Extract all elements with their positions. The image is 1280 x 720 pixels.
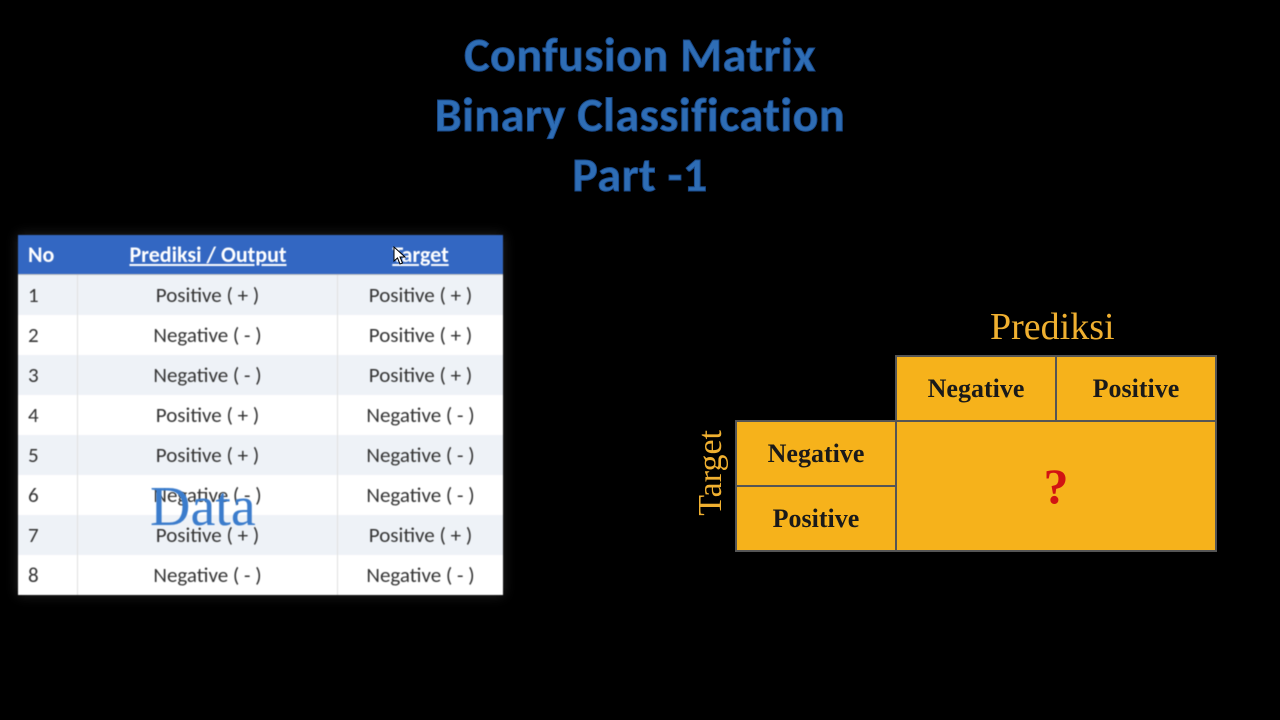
cell-target: Positive ( + ) [338,355,503,395]
cell-no: 8 [18,555,78,595]
cell-target: Positive ( + ) [338,315,503,355]
cell-prediksi: Positive ( + ) [78,275,338,315]
confusion-matrix-grid: Negative Positive Negative ? Positive [735,355,1217,552]
table-row: 3Negative ( - )Positive ( + ) [18,355,503,395]
mouse-cursor-icon [393,246,407,266]
cm-question-mark: ? [896,421,1216,551]
cell-no: 6 [18,475,78,515]
title-line-3: Part -1 [0,145,1280,205]
cell-prediksi: Positive ( + ) [78,395,338,435]
title-line-1: Confusion Matrix [0,25,1280,85]
cell-target: Positive ( + ) [338,515,503,555]
cm-col-positive: Positive [1056,356,1216,421]
cm-row-negative: Negative [736,421,896,486]
axis-label-prediksi: Prediksi [990,305,1115,349]
header-no: No [18,235,78,274]
cm-empty-corner [736,356,896,421]
cell-target: Positive ( + ) [338,275,503,315]
header-target: Target [338,235,503,274]
cell-prediksi: Negative ( - ) [78,355,338,395]
cell-target: Negative ( - ) [338,395,503,435]
cell-target: Negative ( - ) [338,475,503,515]
cm-row-positive: Positive [736,486,896,551]
title-block: Confusion Matrix Binary Classification P… [0,25,1280,205]
data-table-header: No Prediksi / Output Target [18,235,503,275]
table-row: 1Positive ( + )Positive ( + ) [18,275,503,315]
data-table: No Prediksi / Output Target 1Positive ( … [18,235,503,595]
cell-prediksi: Negative ( - ) [78,555,338,595]
cell-no: 7 [18,515,78,555]
title-line-2: Binary Classification [0,85,1280,145]
cell-target: Negative ( - ) [338,555,503,595]
cell-no: 1 [18,275,78,315]
table-row: 4Positive ( + )Negative ( - ) [18,395,503,435]
table-row: 2Negative ( - )Positive ( + ) [18,315,503,355]
cell-no: 3 [18,355,78,395]
data-overlay-label: Data [150,475,256,539]
table-row: 8Negative ( - )Negative ( - ) [18,555,503,595]
cm-col-negative: Negative [896,356,1056,421]
table-row: 5Positive ( + )Negative ( - ) [18,435,503,475]
header-prediksi: Prediksi / Output [78,235,338,274]
cell-no: 2 [18,315,78,355]
table-row: 6Negative ( - )Negative ( - ) [18,475,503,515]
axis-label-target: Target [692,430,730,516]
table-row: 7Positive ( + )Positive ( + ) [18,515,503,555]
cell-target: Negative ( - ) [338,435,503,475]
cell-no: 5 [18,435,78,475]
cell-prediksi: Negative ( - ) [78,315,338,355]
cell-prediksi: Positive ( + ) [78,435,338,475]
cell-no: 4 [18,395,78,435]
data-table-body: 1Positive ( + )Positive ( + )2Negative (… [18,275,503,595]
